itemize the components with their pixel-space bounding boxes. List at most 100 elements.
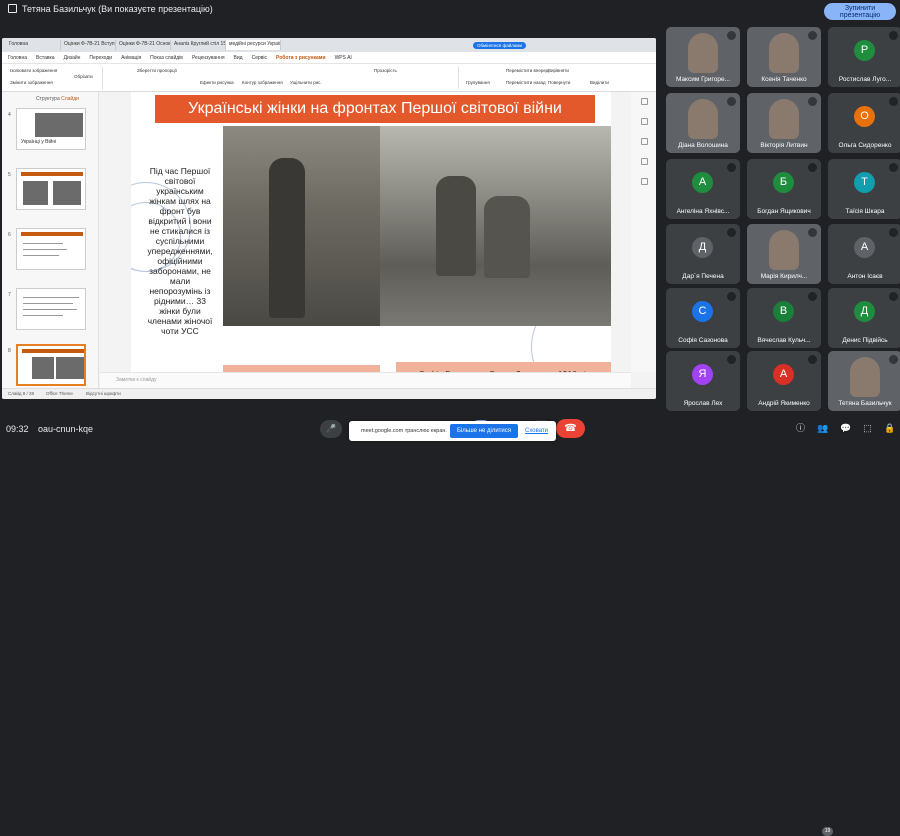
participant-name: Діана Волошина	[678, 142, 728, 149]
tab-doc-1[interactable]: Оцінки Ф-7В-21 Вступ до спеціальн...	[61, 40, 116, 50]
tab-presentation[interactable]: медійні ресурси України в СТ1...	[226, 40, 281, 50]
menu-view[interactable]: Вид	[234, 55, 243, 61]
stop-sharing-button[interactable]: Більше не ділитися	[450, 424, 518, 438]
participant-tile[interactable]: В Вячеслав Кульч...	[747, 288, 821, 348]
tab-doc-3[interactable]: Аналіз Круглий стіл 15.11.22(Робоча...	[171, 40, 226, 50]
rotate-button[interactable]: Повернути	[548, 80, 570, 85]
slide-thumbnails-pane: Структура Слайди 4 Українці у Війні 5 6 …	[2, 92, 99, 399]
missing-fonts[interactable]: Відсутні шрифти	[86, 391, 121, 396]
bring-forward-button[interactable]: Перемістити вперед	[506, 68, 548, 73]
chat-icon[interactable]: 💬	[840, 423, 851, 434]
muted-mic-icon	[808, 97, 817, 106]
menu-wps-ai[interactable]: WPS AI	[335, 55, 352, 61]
transparency-button[interactable]: Прозорість	[374, 68, 397, 73]
thumbnail-title-bar	[21, 232, 83, 236]
participant-tile[interactable]: Тетяна Базильчук	[828, 351, 900, 411]
group-button[interactable]: Групування	[466, 80, 490, 85]
share-files-pill[interactable]: Обмінятися файлами	[473, 41, 526, 49]
menu-design[interactable]: Дизайн	[64, 55, 81, 61]
muted-mic-icon	[889, 292, 898, 301]
picture-effects-button[interactable]: Ефекти рисунка	[200, 80, 234, 85]
slide-thumbnail[interactable]: Українці у Війні	[16, 108, 86, 150]
participant-tile[interactable]: Б Богдан Ящикович	[747, 159, 821, 219]
align-button[interactable]: Вирівняти	[548, 68, 569, 73]
tab-outline[interactable]: Структура	[36, 96, 60, 102]
shapes-icon[interactable]	[641, 138, 648, 145]
styles-icon[interactable]	[641, 118, 648, 125]
photo-galechko-dmyterko[interactable]	[380, 126, 611, 326]
participant-tile[interactable]: Марія Кирилч...	[747, 224, 821, 284]
menu-home[interactable]: Головна	[8, 55, 27, 61]
thumbnail-image	[56, 357, 84, 379]
participant-tile[interactable]: Р Ростислав Луго...	[828, 27, 900, 87]
slide-title[interactable]: Українські жінки на фронтах Першої світо…	[155, 95, 595, 123]
crop-button[interactable]: Обрізати	[74, 74, 93, 79]
thumbnail-title-bar	[22, 349, 84, 353]
muted-mic-icon	[808, 228, 817, 237]
menu-animation[interactable]: Анімація	[121, 55, 141, 61]
ribbon-divider	[458, 67, 459, 89]
photo-iryna-kuz[interactable]	[223, 126, 380, 326]
thumbnail-number: 6	[8, 232, 11, 238]
slide-thumbnail[interactable]	[16, 168, 86, 210]
participant-tile[interactable]: Ксенія Таченко	[747, 27, 821, 87]
isolate-image-button[interactable]: Ізолювати зображення	[10, 68, 57, 73]
picture-outline-button[interactable]: Контур зображення	[242, 80, 283, 85]
participant-avatar: А	[773, 364, 794, 385]
settings-icon[interactable]	[641, 178, 648, 185]
participant-tile[interactable]: Д Денис Підвійсь	[828, 288, 900, 348]
slide-thumbnail[interactable]	[16, 228, 86, 270]
mic-button[interactable]: 🎤	[320, 420, 342, 438]
participant-tile[interactable]: О Ольга Сидоренко	[828, 93, 900, 153]
tab-home[interactable]: Головна	[6, 40, 61, 50]
menu-tools[interactable]: Сервіс	[252, 55, 267, 61]
participant-video	[769, 33, 799, 73]
thumbnail-text-line	[23, 303, 73, 304]
participant-avatar: В	[773, 301, 794, 322]
stop-presenting-button[interactable]: Зупинити презентацію	[824, 3, 896, 20]
participant-tile[interactable]: А Ангеліна Яхнівс...	[666, 159, 740, 219]
participant-avatar: Я	[692, 364, 713, 385]
participant-tile[interactable]: Я Ярослав Лех	[666, 351, 740, 411]
participant-tile[interactable]: Діана Волошина	[666, 93, 740, 153]
info-icon[interactable]: ⓘ	[795, 423, 806, 434]
notes-pane[interactable]: Заметки к слайду	[100, 372, 631, 388]
activities-icon[interactable]: ⬚	[862, 423, 873, 434]
people-icon[interactable]: 👥	[817, 423, 828, 434]
participant-tile[interactable]: Максим Григоре...	[666, 27, 740, 87]
hide-notice-link[interactable]: Сховати	[525, 428, 548, 434]
thumbnail-image	[23, 181, 48, 205]
muted-mic-icon	[727, 97, 736, 106]
menu-review[interactable]: Рецензування	[192, 55, 225, 61]
menu-slideshow[interactable]: Показ слайдів	[150, 55, 183, 61]
menu-transitions[interactable]: Переходи	[89, 55, 112, 61]
slide-thumbnail-selected[interactable]	[16, 344, 86, 386]
slide-thumbnail[interactable]	[16, 288, 86, 330]
participant-tile[interactable]: Т Таїсія Шкара	[828, 159, 900, 219]
slide-counter: Слайд 8 / 28	[8, 391, 35, 396]
send-backward-button[interactable]: Перемістити назад	[506, 80, 546, 85]
keep-ratio-checkbox[interactable]: Зберегти пропорції	[137, 68, 177, 73]
menu-insert[interactable]: Вставка	[36, 55, 55, 61]
participant-name: Таїсія Шкара	[845, 208, 885, 215]
figure-silhouette	[484, 196, 530, 278]
host-controls-icon[interactable]: 🔒	[884, 423, 895, 434]
select-button[interactable]: Виділити	[590, 80, 609, 85]
participant-tile[interactable]: С Софія Сазонова	[666, 288, 740, 348]
slide-body-text[interactable]: Під час Першої світової українським жінк…	[145, 166, 215, 336]
properties-icon[interactable]	[641, 98, 648, 105]
tab-slides[interactable]: Слайди	[61, 96, 79, 102]
participant-tile[interactable]: А Антон Ісаєв	[828, 224, 900, 284]
change-image-button[interactable]: Змінити зображення	[10, 80, 53, 85]
side-toolbar	[631, 92, 656, 372]
tab-doc-2[interactable]: Оцінки Ф-7В-21 Основи фундам...	[116, 40, 171, 50]
end-call-button[interactable]: ☎	[556, 419, 585, 438]
animation-icon[interactable]	[641, 158, 648, 165]
muted-mic-icon	[808, 355, 817, 364]
meeting-code: oau-cnun-kqe	[38, 424, 94, 434]
menu-picture-tools[interactable]: Робота з рисунками	[276, 55, 326, 61]
participant-tile[interactable]: А Андрій Якименко	[747, 351, 821, 411]
participant-tile[interactable]: Д Дар`я Печена	[666, 224, 740, 284]
compress-button[interactable]: Ущільнити рис.	[290, 80, 322, 85]
participant-tile[interactable]: Вікторія Литвин	[747, 93, 821, 153]
